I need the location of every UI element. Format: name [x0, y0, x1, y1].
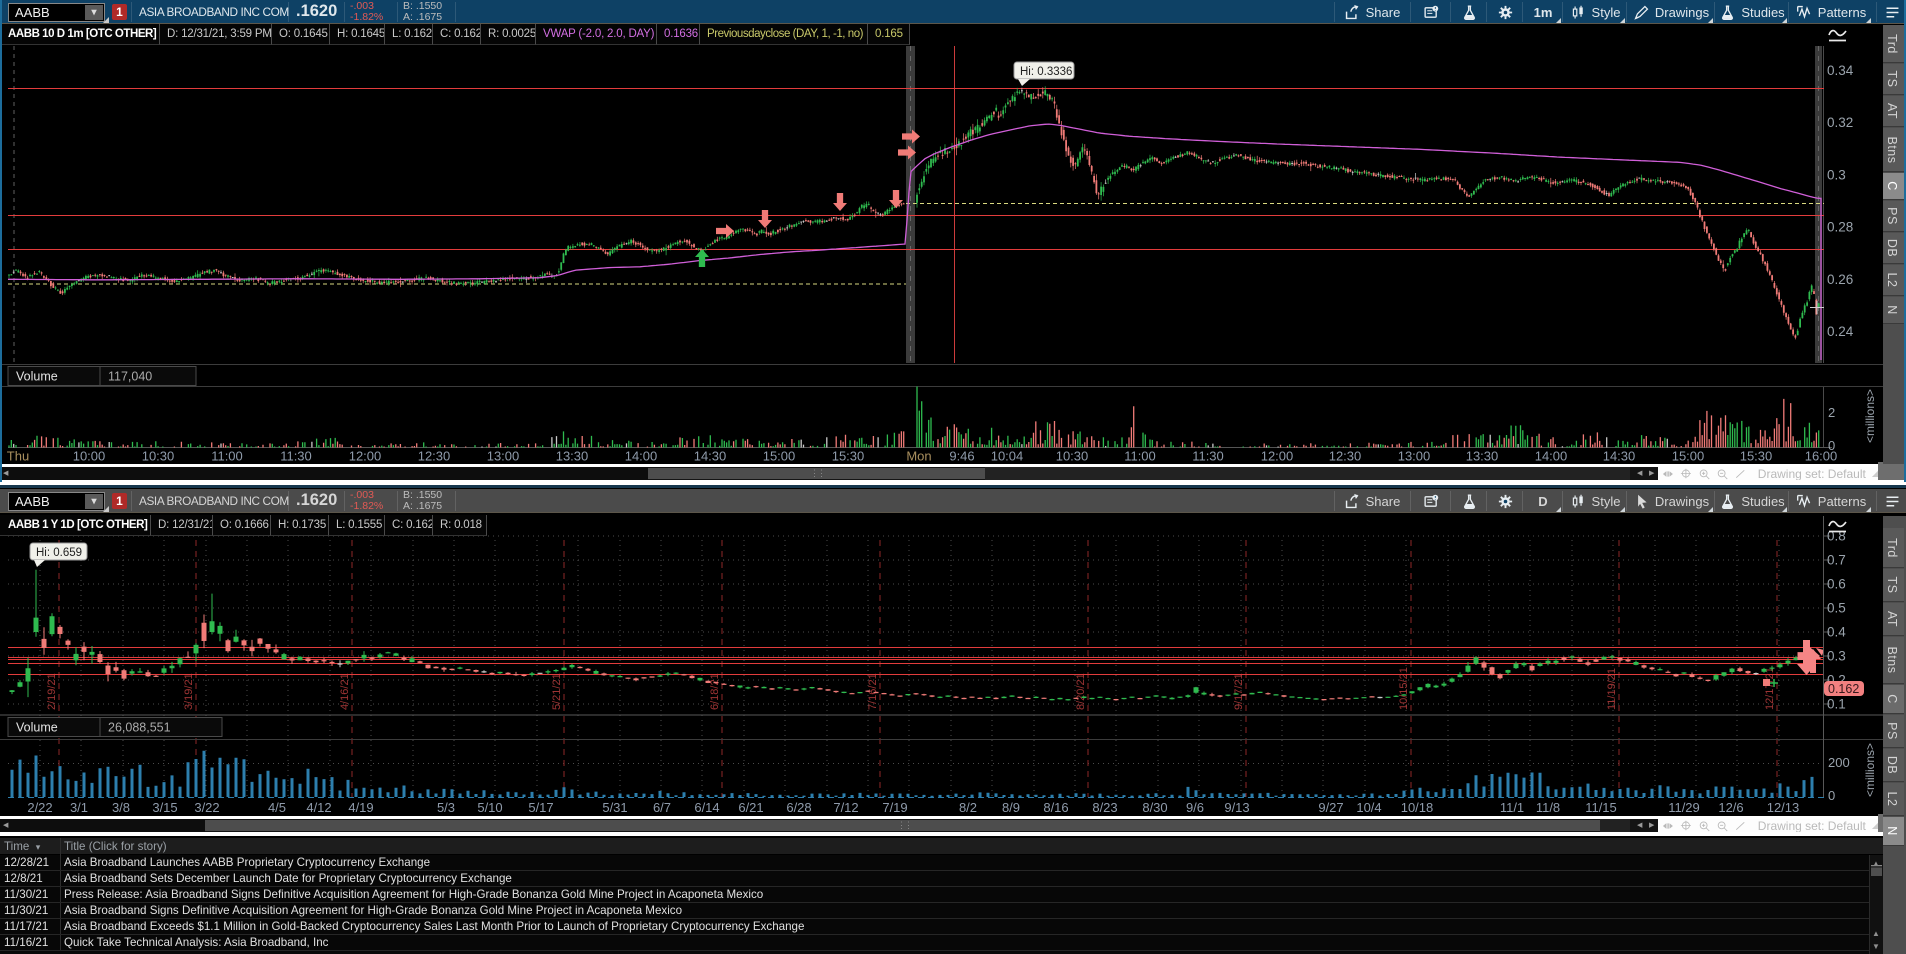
- svg-text:11:00: 11:00: [1124, 449, 1156, 464]
- svg-text:10:30: 10:30: [1056, 449, 1089, 464]
- svg-text:7/12: 7/12: [833, 800, 858, 815]
- svg-text:<millions>: <millions>: [1863, 743, 1877, 797]
- svg-text:8/20/21: 8/20/21: [1075, 673, 1087, 710]
- svg-text:8/23: 8/23: [1092, 800, 1117, 815]
- svg-text:3/22: 3/22: [194, 800, 219, 815]
- svg-text:15:30: 15:30: [832, 449, 865, 464]
- svg-text:4/5: 4/5: [268, 800, 286, 815]
- svg-text:9:46: 9:46: [949, 449, 974, 464]
- svg-text:10/4: 10/4: [1356, 800, 1381, 815]
- svg-text:4/12: 4/12: [306, 800, 331, 815]
- svg-text:13:00: 13:00: [1398, 449, 1431, 464]
- svg-text:0.28: 0.28: [1827, 220, 1853, 235]
- svg-text:3/1: 3/1: [70, 800, 88, 815]
- svg-text:8/30: 8/30: [1142, 800, 1167, 815]
- svg-text:9/27: 9/27: [1318, 800, 1343, 815]
- svg-text:15:00: 15:00: [1672, 449, 1705, 464]
- svg-text:3/15: 3/15: [152, 800, 177, 815]
- svg-text:0.7: 0.7: [1827, 553, 1846, 568]
- svg-text:11:30: 11:30: [1192, 449, 1224, 464]
- svg-text:12:30: 12:30: [1329, 449, 1362, 464]
- svg-text:7/19: 7/19: [882, 800, 907, 815]
- svg-text:15:30: 15:30: [1740, 449, 1773, 464]
- svg-text:11/29: 11/29: [1668, 800, 1700, 815]
- svg-text:14:30: 14:30: [694, 449, 727, 464]
- svg-text:11/8: 11/8: [1536, 800, 1560, 815]
- svg-text:11:30: 11:30: [280, 449, 312, 464]
- svg-text:8/2: 8/2: [959, 800, 977, 815]
- svg-text:13:30: 13:30: [556, 449, 589, 464]
- svg-text:0.5: 0.5: [1827, 601, 1846, 616]
- svg-text:0.34: 0.34: [1827, 63, 1854, 78]
- svg-text:0.24: 0.24: [1827, 324, 1854, 339]
- svg-text:5/21/21: 5/21/21: [551, 673, 563, 710]
- svg-text:0.32: 0.32: [1827, 115, 1853, 130]
- svg-text:26,088,551: 26,088,551: [108, 721, 171, 735]
- svg-text:10/15/21: 10/15/21: [1398, 667, 1410, 710]
- svg-text:3/8: 3/8: [112, 800, 130, 815]
- svg-text:14:30: 14:30: [1603, 449, 1636, 464]
- svg-text:6/21: 6/21: [738, 800, 763, 815]
- svg-text:0.162: 0.162: [1828, 682, 1859, 696]
- svg-text:12:00: 12:00: [1261, 449, 1294, 464]
- svg-text:14:00: 14:00: [1535, 449, 1568, 464]
- svg-text:0.6: 0.6: [1827, 577, 1846, 592]
- svg-text:0.3: 0.3: [1827, 167, 1846, 182]
- svg-text:2: 2: [1828, 405, 1835, 420]
- svg-text:0.1: 0.1: [1827, 697, 1846, 712]
- svg-text:12/17/21: 12/17/21: [1764, 667, 1776, 710]
- svg-text:Thu: Thu: [7, 449, 29, 464]
- svg-text:11/15: 11/15: [1585, 800, 1617, 815]
- svg-text:9/13: 9/13: [1224, 800, 1249, 815]
- svg-text:12/13: 12/13: [1767, 800, 1800, 815]
- svg-text:117,040: 117,040: [108, 370, 152, 384]
- svg-text:6/18/21: 6/18/21: [709, 673, 721, 710]
- svg-text:5/3: 5/3: [437, 800, 455, 815]
- svg-text:12/6: 12/6: [1718, 800, 1743, 815]
- svg-text:5/17: 5/17: [528, 800, 553, 815]
- svg-text:6/7: 6/7: [653, 800, 671, 815]
- svg-text:12:00: 12:00: [349, 449, 382, 464]
- svg-text:8/16: 8/16: [1043, 800, 1068, 815]
- svg-text:Mon: Mon: [906, 449, 931, 464]
- svg-text:Hi: 0.659: Hi: 0.659: [36, 547, 82, 559]
- svg-text:6/28: 6/28: [786, 800, 811, 815]
- svg-text:13:30: 13:30: [1466, 449, 1499, 464]
- svg-text:5/31: 5/31: [602, 800, 627, 815]
- svg-text:3/19/21: 3/19/21: [183, 673, 195, 710]
- svg-text:16:00: 16:00: [1805, 449, 1838, 464]
- svg-text:14:00: 14:00: [625, 449, 658, 464]
- svg-text:2/22: 2/22: [27, 800, 52, 815]
- svg-text:0.26: 0.26: [1827, 272, 1853, 287]
- svg-text:8/9: 8/9: [1002, 800, 1020, 815]
- svg-text:<millions>: <millions>: [1863, 389, 1877, 443]
- svg-text:10:04: 10:04: [991, 449, 1024, 464]
- svg-text:6/14: 6/14: [694, 800, 719, 815]
- svg-text:11:00: 11:00: [211, 449, 243, 464]
- svg-text:15:00: 15:00: [763, 449, 796, 464]
- svg-text:10/18: 10/18: [1401, 800, 1434, 815]
- svg-text:9/6: 9/6: [1186, 800, 1204, 815]
- svg-text:Volume: Volume: [16, 370, 58, 384]
- svg-text:11/1: 11/1: [1500, 800, 1524, 815]
- svg-text:9/17/21: 9/17/21: [1233, 673, 1245, 710]
- svg-text:10:00: 10:00: [73, 449, 106, 464]
- svg-text:13:00: 13:00: [487, 449, 520, 464]
- svg-text:0.3: 0.3: [1827, 649, 1846, 664]
- svg-text:2/19/21: 2/19/21: [46, 673, 58, 710]
- svg-text:12:30: 12:30: [418, 449, 451, 464]
- svg-text:Hi: 0.3336: Hi: 0.3336: [1020, 66, 1072, 78]
- svg-text:200: 200: [1828, 755, 1850, 770]
- svg-text:4/16/21: 4/16/21: [339, 673, 351, 710]
- svg-text:5/10: 5/10: [477, 800, 502, 815]
- svg-text:Volume: Volume: [16, 721, 58, 735]
- svg-text:4/19: 4/19: [348, 800, 373, 815]
- svg-text:10:30: 10:30: [142, 449, 175, 464]
- svg-text:0: 0: [1828, 788, 1835, 803]
- svg-text:0.4: 0.4: [1827, 625, 1846, 640]
